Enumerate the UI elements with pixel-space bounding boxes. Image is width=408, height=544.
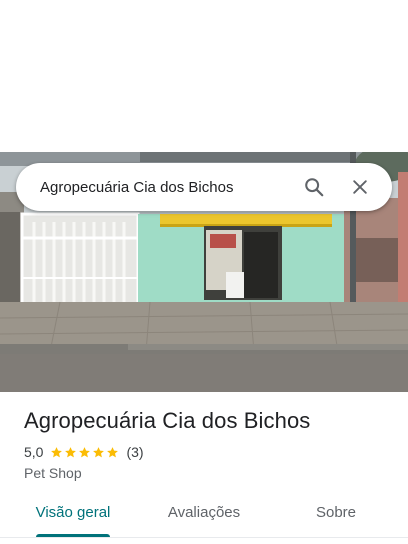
search-input[interactable]: Agropecuária Cia dos Bichos: [40, 179, 294, 196]
star-icon: [51, 446, 63, 457]
rating-value: 5,0: [24, 444, 44, 460]
search-bar[interactable]: Agropecuária Cia dos Bichos: [16, 163, 392, 211]
tab-overview[interactable]: Visão geral: [28, 494, 118, 534]
tab-reviews[interactable]: Avaliações: [158, 494, 250, 534]
rating-row[interactable]: 5,0 (3): [24, 444, 144, 460]
tab-about[interactable]: Sobre: [300, 494, 372, 534]
place-page: Agropecuária Cia dos Bichos Agropecuária…: [0, 0, 408, 544]
search-icon[interactable]: [294, 167, 334, 207]
review-count[interactable]: (3): [126, 444, 143, 460]
star-icon: [93, 446, 105, 457]
place-name: Agropecuária Cia dos Bichos: [24, 408, 311, 433]
star-icon: [79, 446, 91, 457]
rating-stars: [50, 446, 120, 459]
close-icon[interactable]: [340, 167, 380, 207]
star-icon: [65, 446, 77, 457]
place-category[interactable]: Pet Shop: [24, 465, 82, 481]
place-tabs: Visão geral Avaliações Sobre: [0, 494, 408, 538]
tabs-divider: [0, 537, 408, 538]
star-icon: [107, 446, 119, 457]
